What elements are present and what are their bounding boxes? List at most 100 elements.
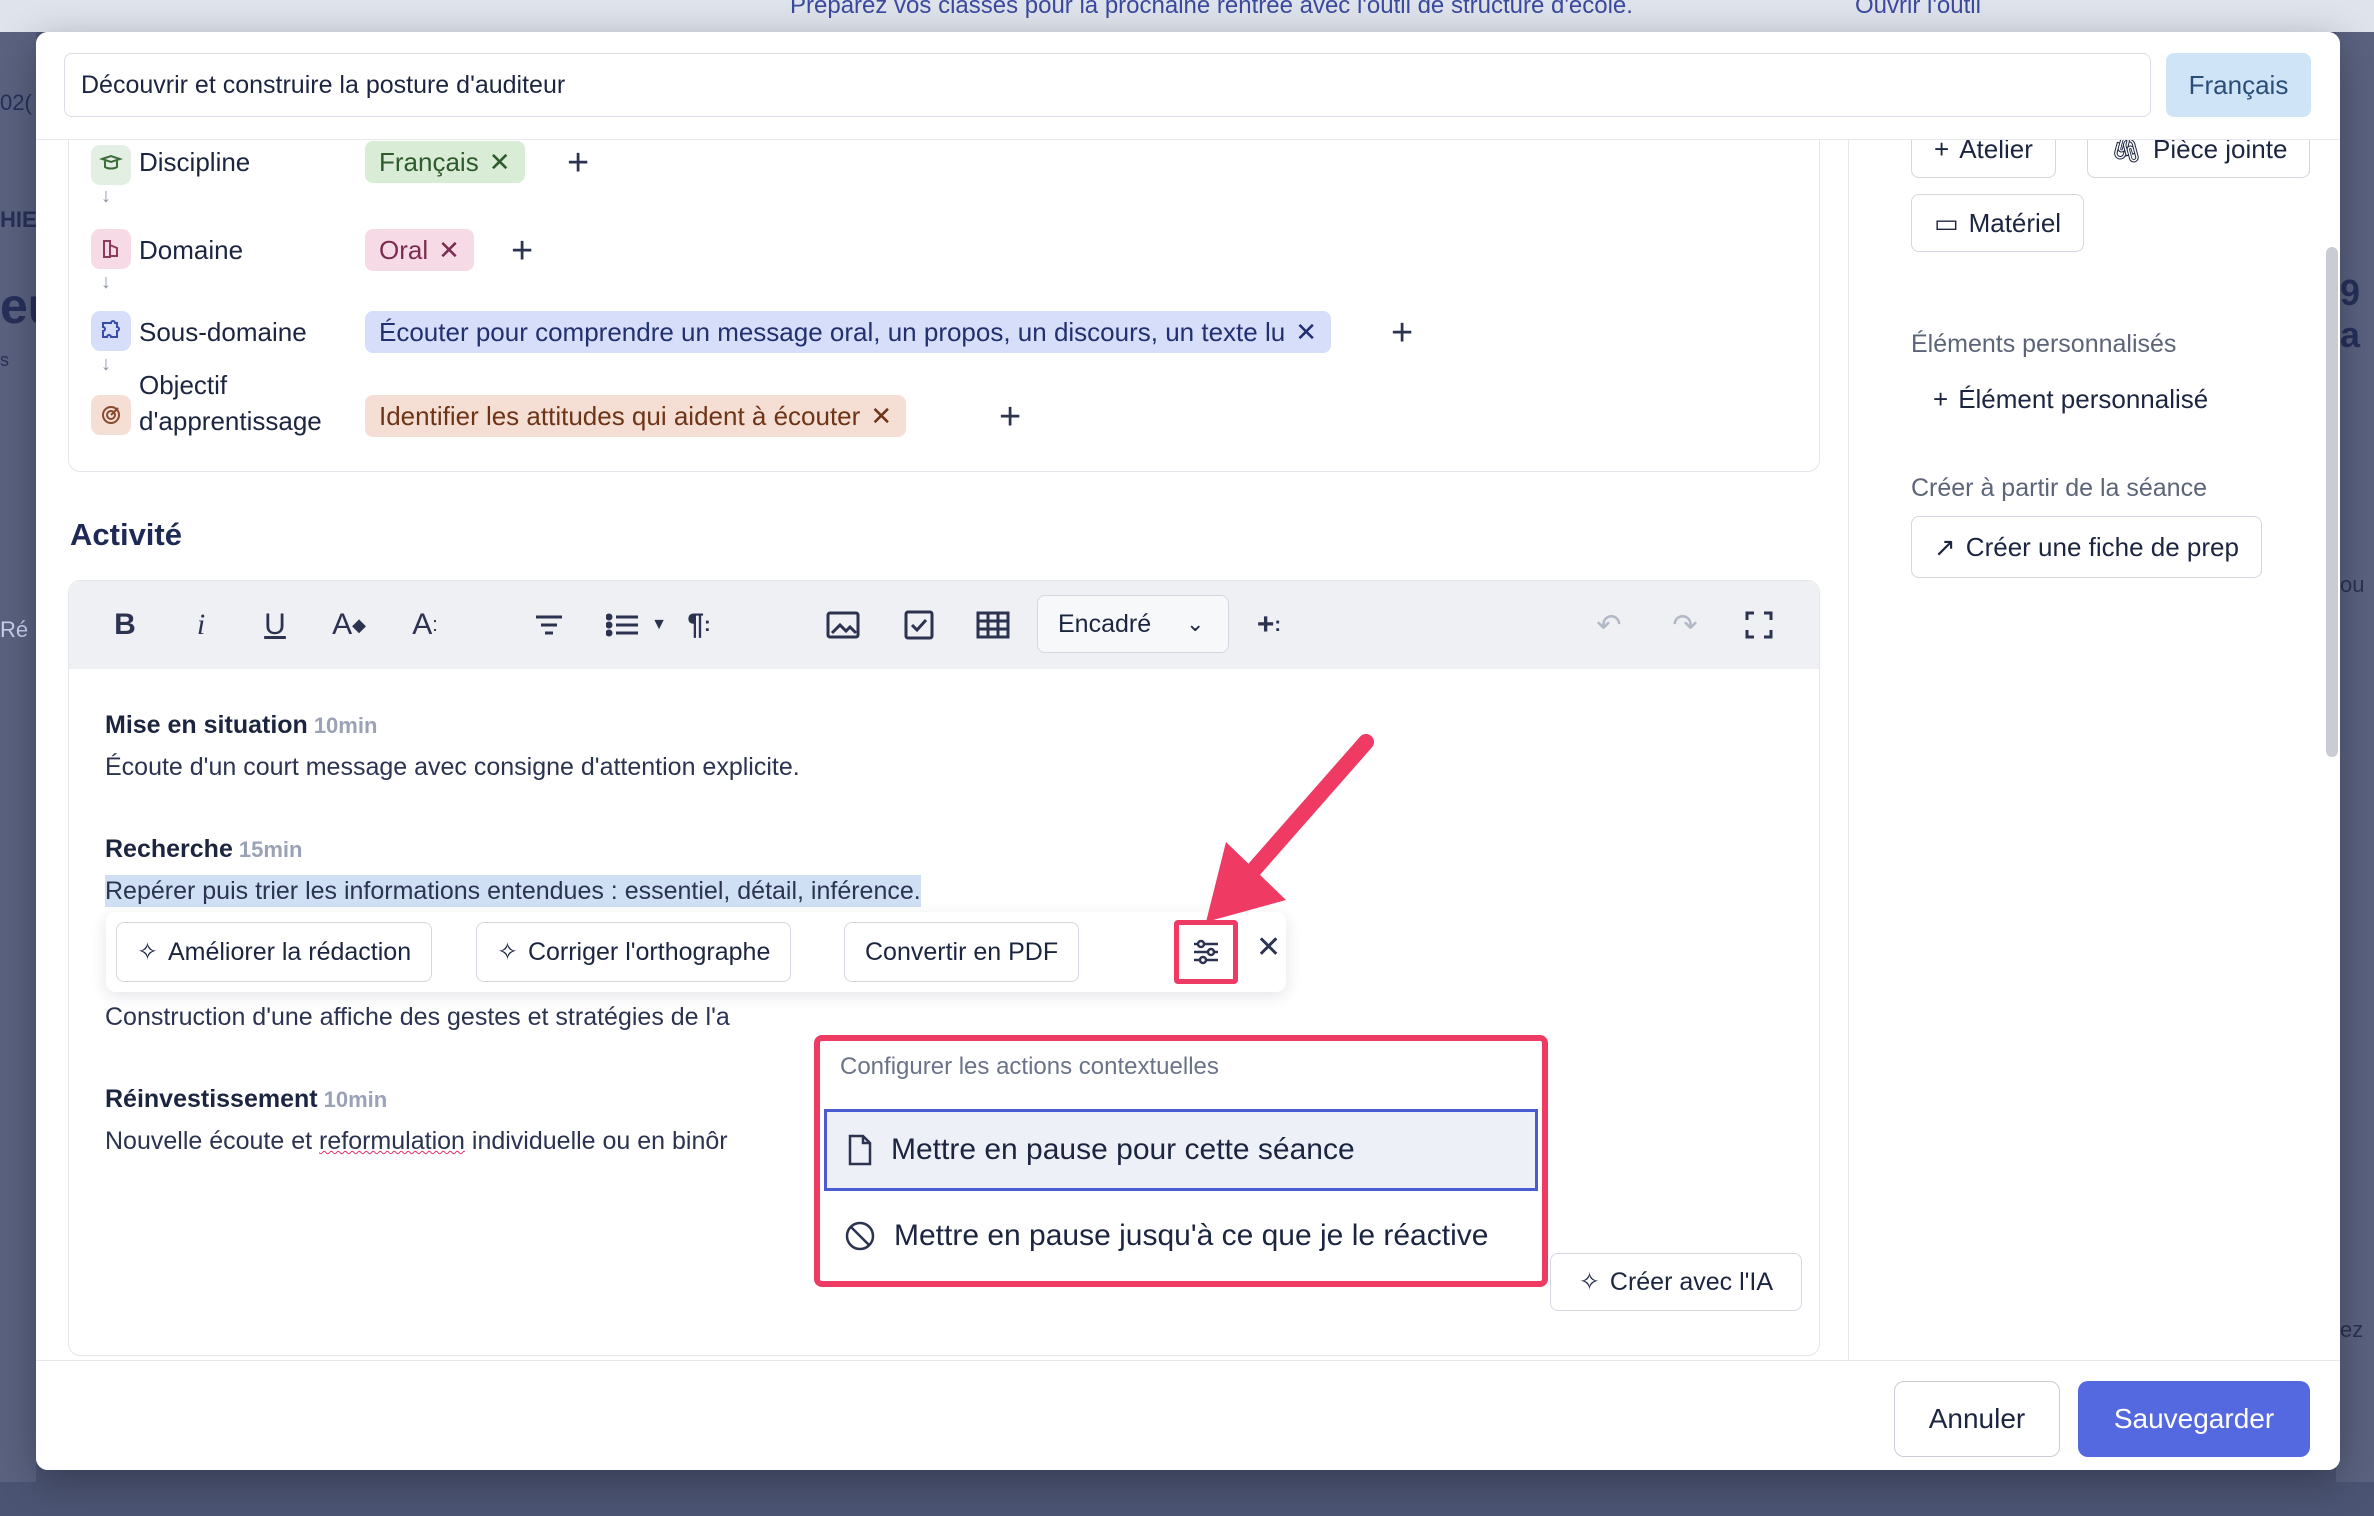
sparkle-icon: ✧ — [497, 938, 518, 966]
activity-section-title: Activité — [70, 517, 182, 552]
modal-footer: Annuler Sauvegarder — [36, 1360, 2340, 1470]
insert-icon[interactable]: +: — [1247, 603, 1291, 647]
chevron-down-icon: ⌄ — [1186, 611, 1205, 636]
chip-text: Oral — [379, 235, 429, 265]
dropdown-header: Configurer les actions contextuelles — [840, 1053, 1219, 1080]
add-sousdomaine-icon[interactable]: + — [1391, 313, 1413, 353]
language-badge[interactable]: Français — [2166, 53, 2311, 117]
taxonomy-card: Discipline Français ✕ + ↓ Domaine Oral ✕ +… — [68, 92, 1820, 472]
add-material-button[interactable]: ▭ Matériel — [1911, 194, 2085, 252]
remove-chip-icon[interactable]: ✕ — [870, 401, 892, 431]
background-left-strip: 02( HIE eu s Ré — [0, 32, 58, 1482]
block-type-select[interactable]: Encadré ⌄ — [1037, 595, 1229, 653]
taxonomy-label: Domaine — [139, 235, 244, 265]
selected-text[interactable]: Repérer puis trier les informations ente… — [105, 875, 921, 907]
add-discipline-icon[interactable]: + — [567, 143, 589, 183]
book-icon — [91, 145, 131, 185]
fix-spelling-button[interactable]: ✧ Corriger l'orthographe — [476, 922, 792, 982]
briefcase-icon: ▭ — [1934, 208, 1959, 238]
annotation-arrow-icon — [1206, 734, 1374, 922]
custom-elements-label: Éléments personnalisés — [1911, 330, 2177, 358]
ban-icon — [845, 1221, 875, 1251]
redo-icon[interactable]: ↷ — [1663, 603, 1707, 647]
create-prep-sheet-button[interactable]: ↗ Créer une fiche de prep — [1911, 516, 2262, 578]
convert-pdf-button[interactable]: Convertir en PDF — [844, 922, 1080, 982]
text-color-icon[interactable]: A ◆ — [327, 603, 371, 647]
italic-icon[interactable]: i — [179, 603, 223, 647]
block-text-selected[interactable]: Repérer puis trier les informations ente… — [105, 875, 921, 907]
banner-text: Préparez vos classes pour la prochaine r… — [790, 0, 1633, 19]
taxonomy-label: Discipline — [139, 147, 251, 177]
down-arrow-icon: ↓ — [101, 271, 111, 293]
pause-session-option[interactable]: Mettre en pause pour cette séance — [824, 1109, 1538, 1191]
banner-link[interactable]: Ouvrir l'outil — [1855, 0, 1981, 20]
font-size-icon[interactable]: A: — [403, 603, 447, 647]
create-with-ai-button[interactable]: ✧ Créer avec l'IA — [1550, 1253, 1802, 1311]
button-label: Corriger l'orthographe — [527, 938, 771, 966]
remove-chip-icon[interactable]: ✕ — [489, 147, 511, 177]
improve-writing-button[interactable]: ✧ Améliorer la rédaction — [116, 922, 433, 982]
bg-fragment: 02( — [0, 90, 32, 115]
block-duration: 10min — [313, 713, 378, 738]
pause-until-reactivated-option[interactable]: Mettre en pause jusqu'à ce que je le réa… — [824, 1195, 1538, 1277]
block-type-value: Encadré — [1058, 610, 1152, 638]
button-label: Créer avec l'IA — [1609, 1268, 1774, 1296]
create-from-session-label: Créer à partir de la séance — [1911, 474, 2207, 502]
text-part: individuelle ou en binôr — [464, 1127, 728, 1155]
image-icon[interactable] — [821, 603, 865, 647]
plus-icon: + — [1933, 384, 1949, 414]
block-title: Réinvestissement — [105, 1085, 318, 1113]
block-heading: Recherche 15min — [105, 835, 302, 864]
sparkle-icon: ✧ — [1578, 1268, 1600, 1296]
add-domaine-icon[interactable]: + — [511, 231, 533, 271]
save-button[interactable]: Sauvegarder — [2078, 1381, 2310, 1457]
speech-icon — [91, 229, 131, 269]
bg-fragment: 9 a — [2340, 272, 2361, 355]
chip-sousdomaine: Écouter pour comprendre un message oral,… — [365, 311, 1331, 353]
configure-actions-dropdown: Configurer les actions contextuelles Met… — [814, 1035, 1548, 1287]
background-right-strip: 9 a ou ez — [2336, 32, 2374, 1482]
block-text[interactable]: Écoute d'un court message avec consigne … — [105, 753, 800, 782]
button-label: Améliorer la rédaction — [167, 938, 412, 966]
button-label: Matériel — [1968, 208, 2062, 238]
remove-chip-icon[interactable]: ✕ — [1295, 317, 1317, 347]
session-title-input[interactable]: Découvrir et construire la posture d'aud… — [64, 53, 2151, 117]
paragraph-icon[interactable]: ¶: — [677, 603, 721, 647]
cancel-button[interactable]: Annuler — [1894, 1381, 2060, 1457]
external-link-icon: ↗ — [1934, 532, 1956, 562]
misspelled-word[interactable]: reformulation — [319, 1127, 465, 1155]
block-title: Mise en situation — [105, 711, 308, 739]
block-title: Recherche — [105, 835, 233, 863]
sparkle-icon: ✧ — [137, 938, 158, 966]
table-icon[interactable] — [971, 603, 1015, 647]
block-text[interactable]: Nouvelle écoute et reformulation individ… — [105, 1127, 728, 1156]
text-part: Nouvelle écoute et — [105, 1127, 320, 1155]
chip-text: Français — [379, 147, 479, 177]
puzzle-icon — [91, 311, 131, 351]
align-icon[interactable] — [527, 603, 571, 647]
contextual-action-bar: ✧ Améliorer la rédaction ✧ Corriger l'orth… — [106, 912, 1286, 992]
option-label: Mettre en pause pour cette séance — [891, 1133, 1355, 1166]
add-custom-element-link[interactable]: + Élément personnalisé — [1933, 384, 2208, 415]
editor-toolbar: B i U A ◆ A: ▼ ¶: Encadré ⌄ +: ↶ ↷ — [69, 581, 1819, 669]
underline-icon[interactable]: U — [253, 603, 297, 647]
chip-text: Écouter pour comprendre un message oral,… — [379, 317, 1286, 347]
fullscreen-icon[interactable] — [1737, 603, 1781, 647]
list-dropdown-icon[interactable]: ▼ — [637, 603, 681, 647]
block-duration: 10min — [323, 1087, 388, 1112]
right-sidebar: + Atelier 🖇 Pièce jointe ▭ Matériel Élément… — [1848, 120, 2340, 1360]
undo-icon[interactable]: ↶ — [1587, 603, 1631, 647]
bold-icon[interactable]: B — [103, 603, 147, 647]
block-duration: 15min — [238, 837, 303, 862]
block-text[interactable]: Construction d'une affiche des gestes et… — [105, 1003, 730, 1032]
scrollbar-thumb[interactable] — [2326, 247, 2338, 757]
add-objectif-icon[interactable]: + — [999, 397, 1021, 437]
chip-domaine: Oral ✕ — [365, 229, 474, 271]
remove-chip-icon[interactable]: ✕ — [438, 235, 460, 265]
bg-fragment: ou — [2340, 572, 2365, 597]
bg-fragment: HIE — [0, 207, 37, 232]
checkbox-icon[interactable] — [897, 603, 941, 647]
taxonomy-label: Objectif d'apprentissage — [139, 370, 322, 436]
title-row: Découvrir et construire la posture d'aud… — [36, 32, 2340, 140]
button-label: Convertir en PDF — [865, 938, 1059, 966]
